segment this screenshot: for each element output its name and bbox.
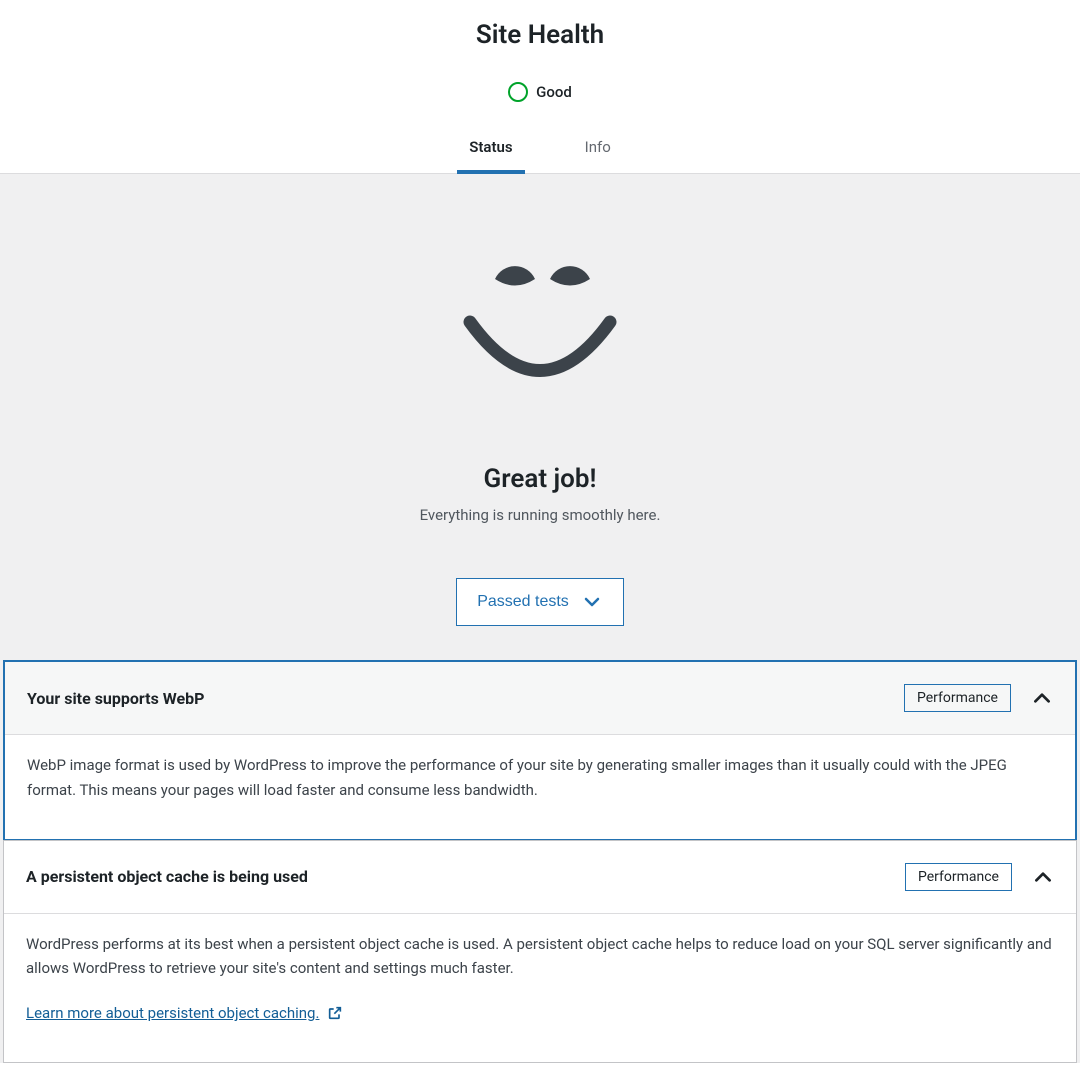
- badge-performance: Performance: [904, 684, 1011, 712]
- tab-status[interactable]: Status: [457, 126, 524, 174]
- card-title: A persistent object cache is being used: [26, 867, 308, 886]
- passed-tests-label: Passed tests: [477, 593, 569, 611]
- great-job-heading: Great job!: [0, 464, 1080, 494]
- health-status: Good: [0, 82, 1080, 102]
- test-card-webp: Your site supports WebP Performance WebP…: [3, 660, 1077, 841]
- external-link-icon: [327, 1005, 343, 1021]
- card-body-text: WordPress performs at its best when a pe…: [26, 935, 1052, 978]
- card-header-webp[interactable]: Your site supports WebP Performance: [5, 662, 1075, 734]
- learn-more-link[interactable]: Learn more about persistent object cachi…: [26, 1001, 343, 1026]
- learn-more-label: Learn more about persistent object cachi…: [26, 1001, 319, 1026]
- card-header-cache[interactable]: A persistent object cache is being used …: [4, 841, 1076, 913]
- card-title: Your site supports WebP: [27, 689, 205, 708]
- test-card-object-cache: A persistent object cache is being used …: [3, 840, 1077, 1063]
- status-circle-icon: [508, 82, 528, 102]
- page-title: Site Health: [0, 20, 1080, 50]
- badge-performance: Performance: [905, 863, 1012, 891]
- passed-tests-button[interactable]: Passed tests: [456, 578, 624, 626]
- chevron-up-icon: [1031, 687, 1053, 709]
- chevron-up-icon: [1032, 866, 1054, 888]
- tab-info[interactable]: Info: [573, 126, 623, 174]
- smile-icon: [450, 264, 630, 404]
- card-body: WordPress performs at its best when a pe…: [4, 913, 1076, 1062]
- chevron-down-icon: [581, 591, 603, 613]
- tabs: Status Info: [0, 126, 1080, 174]
- card-body: WebP image format is used by WordPress t…: [5, 734, 1075, 839]
- status-label: Good: [536, 83, 572, 101]
- subline-text: Everything is running smoothly here.: [0, 506, 1080, 524]
